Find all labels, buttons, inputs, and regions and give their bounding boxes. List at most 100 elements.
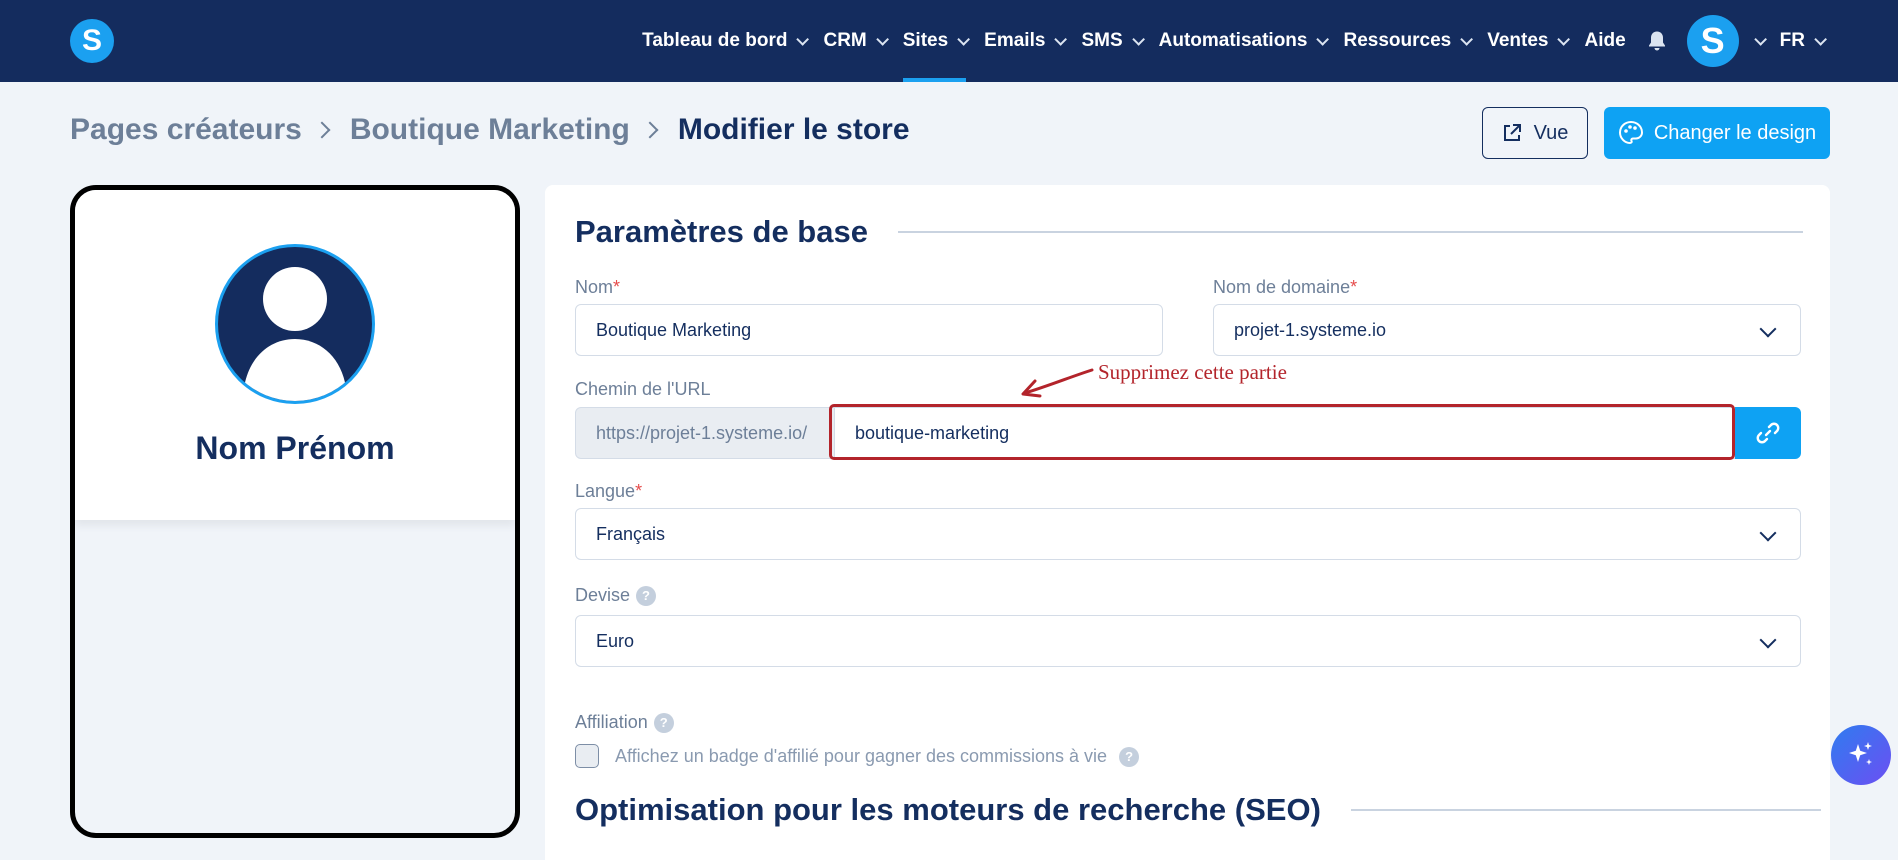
- name-label-text: Nom: [575, 277, 614, 297]
- nav-item-tableau-de-bord[interactable]: Tableau de bord: [633, 0, 814, 82]
- nav-item-label: Sites: [902, 30, 949, 51]
- section-seo: Optimisation pour les moteurs de recherc…: [575, 792, 1821, 828]
- annotation-text: Supprimez cette partie: [1098, 360, 1287, 384]
- avatar: S: [1686, 15, 1739, 67]
- change-design-label: Changer le design: [1653, 121, 1817, 144]
- change-design-button[interactable]: Changer le design: [1604, 107, 1830, 159]
- annotation-highlight-box: [829, 404, 1735, 460]
- annotation-arrow-icon: [1021, 368, 1094, 398]
- required-mark: *: [1350, 277, 1358, 297]
- language-label: FR: [1779, 30, 1805, 51]
- nav-item-label: Ventes: [1487, 30, 1549, 51]
- nav-item-label: CRM: [823, 30, 867, 51]
- bell-icon[interactable]: [1635, 0, 1679, 82]
- domain-label: Nom de domaine *: [1213, 277, 1357, 298]
- breadcrumb-item-creator-pages[interactable]: Pages créateurs: [70, 113, 302, 147]
- nav-item-emails[interactable]: Emails: [975, 0, 1072, 82]
- profile-name: Nom Prénom: [195, 430, 395, 466]
- help-icon[interactable]: ?: [653, 712, 674, 733]
- currency-select-value: Euro: [596, 630, 635, 651]
- chevron-down-icon: [796, 32, 810, 46]
- chevron-right-icon: [313, 121, 331, 139]
- domain-select-value: projet-1.systeme.io: [1234, 319, 1387, 340]
- currency-select[interactable]: Euro: [575, 615, 1801, 667]
- chevron-down-icon: [1557, 32, 1571, 46]
- breadcrumb-item-store[interactable]: Boutique Marketing: [350, 113, 630, 147]
- avatar-chevron: [1739, 32, 1767, 46]
- user-menu-button[interactable]: S: [1679, 15, 1771, 67]
- store-preview: Nom Prénom: [70, 185, 520, 838]
- ai-assistant-button[interactable]: [1831, 725, 1891, 785]
- profile-avatar-icon: [215, 244, 375, 404]
- logo[interactable]: S: [70, 19, 114, 63]
- nav-item-crm[interactable]: CRM: [814, 0, 893, 82]
- view-button[interactable]: Vue: [1482, 107, 1588, 159]
- nav-item-label: Ressources: [1343, 30, 1452, 51]
- url-prefix-text: https://projet-1.systeme.io/: [596, 422, 808, 443]
- domain-select[interactable]: projet-1.systeme.io: [1213, 304, 1801, 356]
- nav-item-aide[interactable]: Aide: [1575, 0, 1634, 82]
- chevron-down-icon: [1759, 631, 1777, 649]
- nav-item-label: Automatisations: [1158, 30, 1308, 51]
- top-navbar: S Tableau de bord CRM Sites Emails SMS Automa…: [0, 0, 1898, 82]
- nav-item-label: Aide: [1584, 30, 1626, 51]
- chevron-right-icon: [641, 121, 659, 139]
- section-divider: [897, 231, 1803, 233]
- required-mark: *: [613, 277, 621, 297]
- chevron-down-icon: [1759, 524, 1777, 542]
- nav-item-label: Emails: [984, 30, 1046, 51]
- affiliation-checkbox[interactable]: [575, 744, 599, 768]
- copy-link-button[interactable]: [1735, 407, 1801, 459]
- nav-item-automatisations[interactable]: Automatisations: [1150, 0, 1335, 82]
- chevron-down-icon: [1460, 32, 1474, 46]
- nav-item-ressources[interactable]: Ressources: [1334, 0, 1478, 82]
- link-icon: [1756, 422, 1780, 444]
- external-link-icon: [1503, 124, 1521, 141]
- preview-header: Nom Prénom: [75, 190, 515, 520]
- chevron-down-icon: [1814, 32, 1827, 46]
- page-title: Modifier le store: [677, 113, 910, 146]
- section-basic-title: Paramètres de base: [575, 214, 868, 249]
- language-select-value: Français: [596, 523, 666, 544]
- nav-menu: Tableau de bord CRM Sites Emails SMS Automati…: [633, 0, 1832, 82]
- help-icon[interactable]: ?: [636, 585, 657, 606]
- chevron-down-icon: [1131, 32, 1145, 46]
- affiliation-checkbox-text: Affichez un badge d'affilié pour gagner …: [615, 746, 1108, 766]
- language-selector[interactable]: FR: [1771, 0, 1832, 82]
- name-input-value: Boutique Marketing: [596, 319, 752, 340]
- name-input[interactable]: Boutique Marketing: [575, 304, 1163, 356]
- language-label-text: Langue: [575, 481, 636, 501]
- nav-item-ventes[interactable]: Ventes: [1478, 0, 1575, 82]
- url-prefix: https://projet-1.systeme.io/: [575, 407, 835, 459]
- section-seo-title: Optimisation pour les moteurs de recherc…: [575, 792, 1321, 827]
- currency-label: Devise ?: [575, 585, 657, 606]
- language-select[interactable]: Français: [575, 508, 1801, 560]
- name-label: Nom *: [575, 277, 620, 298]
- section-basic-settings: Paramètres de base: [575, 214, 1803, 250]
- section-divider: [1350, 809, 1821, 811]
- nav-item-label: SMS: [1081, 30, 1123, 51]
- help-icon[interactable]: ?: [1119, 746, 1140, 767]
- chevron-down-icon: [957, 32, 971, 46]
- nav-item-sites[interactable]: Sites: [894, 0, 975, 82]
- required-mark: *: [635, 481, 643, 501]
- sparkle-icon: [1849, 742, 1872, 765]
- url-path-label-text: Chemin de l'URL: [575, 379, 711, 399]
- logo-letter: S: [81, 24, 102, 57]
- chevron-down-icon: [1054, 32, 1068, 46]
- breadcrumb: Pages créateurs Boutique Marketing Modif…: [70, 113, 910, 147]
- affiliation-label-text: Affiliation: [575, 712, 648, 732]
- chevron-down-icon: [1759, 320, 1777, 338]
- currency-label-text: Devise: [575, 585, 631, 605]
- chevron-down-icon: [1753, 32, 1767, 46]
- palette-icon: [1618, 120, 1643, 145]
- chevron-down-icon: [876, 32, 889, 46]
- url-path-label: Chemin de l'URL: [575, 379, 711, 400]
- nav-item-sms[interactable]: SMS: [1072, 0, 1149, 82]
- avatar-letter: S: [1700, 20, 1725, 61]
- language-label: Langue *: [575, 481, 642, 502]
- chevron-down-icon: [1316, 32, 1330, 46]
- domain-label-text: Nom de domaine: [1213, 277, 1351, 297]
- affiliation-checkbox-label: Affichez un badge d'affilié pour gagner …: [615, 746, 1140, 767]
- view-button-label: Vue: [1533, 121, 1569, 144]
